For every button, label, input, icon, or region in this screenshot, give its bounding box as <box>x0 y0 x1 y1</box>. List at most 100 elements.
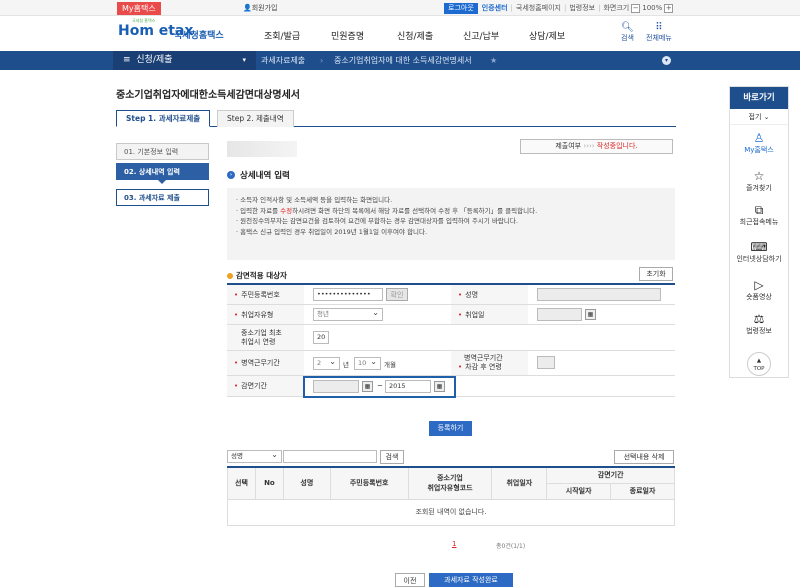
hire-date-input[interactable] <box>537 308 582 321</box>
rrn-label: • 주민등록번호 <box>227 285 304 304</box>
month-unit: 개월 <box>384 361 396 369</box>
gnb-item-inquiry[interactable]: 조회/발급 <box>264 29 300 42</box>
military-years-select[interactable]: 2 <box>313 356 340 370</box>
quick-online-consult[interactable]: ⌨ 인터넷상담하기 <box>730 240 788 264</box>
nts-home-link[interactable]: 국세청홈페이지 <box>516 3 561 13</box>
col-start: 시작일자 <box>546 482 612 500</box>
register-button[interactable]: 등록하기 <box>429 421 472 436</box>
masked-user-info <box>227 141 297 157</box>
zoom-label: 화면크기 <box>603 4 630 12</box>
chevron-down-icon: ▾ <box>242 56 246 64</box>
type-label: • 취업자유형 <box>227 305 304 324</box>
step-basic-info[interactable]: 01. 기본정보 입력 <box>116 143 209 160</box>
col-type: 중소기업 취업자유형코드 <box>407 466 493 500</box>
list-search-button[interactable]: 검색 <box>380 450 404 464</box>
step-submit[interactable]: 03. 과세자료 제출 <box>116 189 209 206</box>
divider: | <box>510 4 513 12</box>
step-detail-input[interactable]: 02. 상세내역 입력 <box>116 163 209 180</box>
section-title: 상세내역 입력 <box>240 171 290 181</box>
type-select[interactable]: 청년 <box>313 307 383 321</box>
quick-my-hometax[interactable]: ♙ My홈택스 <box>730 131 788 155</box>
form-heading-label: 감면적용 대상자 <box>236 271 287 280</box>
form-row: 중소기업 최초 취업시 연령 20 <box>227 325 675 351</box>
table-header-row: 선택 No 성명 주민등록번호 중소기업 취업자유형코드 취업일자 감면기간 <box>227 466 675 500</box>
nav-expand-icon[interactable]: ▾ <box>662 56 671 65</box>
status-arrows: ›››› <box>583 142 595 150</box>
quick-menu-fold-button[interactable]: 접기 ⌄ <box>730 109 788 125</box>
complete-button[interactable]: 과세자료 작성완료 <box>429 573 513 587</box>
calendar-icon[interactable]: ▦ <box>585 309 596 320</box>
military-age-label: 병역근무기간 • 차감 후 연령 <box>451 351 528 375</box>
scroll-top-button[interactable]: ▲ TOP <box>747 352 771 376</box>
prev-button[interactable]: 이전 <box>395 573 425 587</box>
favorite-star-icon[interactable]: ★ <box>490 51 497 70</box>
current-menu[interactable]: ≡ 신청/제출 ▾ <box>113 51 256 70</box>
all-menu-button[interactable]: ⠿ 전체메뉴 <box>646 22 672 43</box>
my-hometax-tab[interactable]: My홈택스 <box>117 2 161 15</box>
person-icon: ♙ <box>753 131 765 145</box>
logout-button[interactable]: 로그아웃 <box>444 2 478 14</box>
military-months-select[interactable]: 10 <box>354 356 381 370</box>
rrn-input[interactable]: •••••••••••••• <box>313 288 383 301</box>
quick-favorites[interactable]: ☆ 즐겨찾기 <box>730 169 788 193</box>
form-heading: 감면적용 대상자 <box>227 270 287 281</box>
col-hire-date: 취업일자 <box>491 466 548 500</box>
quick-law-info[interactable]: ⚖ 법령정보 <box>730 312 788 336</box>
age-input[interactable]: 20 <box>313 331 329 344</box>
grid-icon: ⠿ <box>655 22 663 33</box>
user-icon: 👤 <box>243 4 252 12</box>
step-tabs: Step 1. 과세자료제출 Step 2. 제출내역 <box>116 110 676 127</box>
top-utility-bar: My홈택스 👤회원가입 로그아웃 인증센터 | 국세청홈페이지 | 법령정보 |… <box>0 0 800 16</box>
military-period-label: • 병역근무기간 <box>227 351 304 375</box>
tab-step2[interactable]: Step 2. 제출내역 <box>217 110 294 127</box>
col-select: 선택 <box>227 466 256 500</box>
tab-step1[interactable]: Step 1. 과세자료제출 <box>116 110 211 127</box>
delete-selected-button[interactable]: 선택내용 삭제 <box>614 450 674 464</box>
monitor-icon: ⌨ <box>750 240 768 254</box>
total-count: 총0건(1/1) <box>496 543 526 550</box>
list-search-input[interactable] <box>283 450 377 463</box>
name-input[interactable] <box>537 288 661 301</box>
list-filter-select[interactable]: 성명 <box>227 449 282 463</box>
military-age-input[interactable] <box>537 356 555 369</box>
divider: | <box>598 4 601 12</box>
year-unit: 년 <box>343 361 349 369</box>
age-label: 중소기업 최초 취업시 연령 <box>227 325 304 350</box>
join-link[interactable]: 👤회원가입 <box>243 3 277 13</box>
divider: | <box>563 4 567 12</box>
quick-shorts[interactable]: ▷ 숏폼영상 <box>730 278 788 302</box>
breadcrumb-1[interactable]: 과세자료제출 <box>261 51 305 70</box>
law-info-link[interactable]: 법령정보 <box>569 3 595 13</box>
zoom-out-button[interactable]: − <box>631 3 641 13</box>
location-bar: ≡ 신청/제출 ▾ 과세자료제출 › 중소기업취업자에 대한 소득세감면명세서 ★… <box>0 51 800 70</box>
quick-menu-title: 바로가기 <box>730 87 788 109</box>
breadcrumb-2[interactable]: 중소기업취업자에 대한 소득세감면명세서 <box>334 51 472 70</box>
gavel-icon: ⚖ <box>753 312 765 326</box>
recent-icon: ⧉ <box>754 203 764 217</box>
notice-line: · 입력한 자료를 수정하시려면 화면 하단의 목록에서 해당 자료를 선택하여… <box>236 206 538 215</box>
search-button[interactable]: 🔍︎ 검색 <box>621 22 634 43</box>
form-row: •취업자유형 청년 •취업일 ▦ <box>227 305 675 325</box>
gnb-item-application[interactable]: 신청/제출 <box>397 29 433 42</box>
quick-recent-menu[interactable]: ⧉ 최근접속메뉴 <box>730 203 788 227</box>
target-form: • 주민등록번호 •••••••••••••• 확인 • 성명 • 취업자유형 청년 … <box>227 283 675 397</box>
page-number-1[interactable]: 1 <box>452 540 456 548</box>
orange-bullet-icon <box>227 272 233 279</box>
search-label: 검색 <box>621 34 634 42</box>
notice-box: · 소득자 인적사항 및 소득세액 등을 입력하는 화면입니다. · 입력한 자… <box>227 188 675 260</box>
top-label: TOP <box>753 366 765 372</box>
period-highlight-box <box>303 376 456 398</box>
quick-label: 숏폼영상 <box>746 293 772 301</box>
zoom-in-button[interactable]: + <box>664 3 674 13</box>
submission-status: 제출여부 ›››› 작성중입니다. <box>520 139 673 154</box>
star-icon: ☆ <box>753 169 765 183</box>
rrn-confirm-button[interactable]: 확인 <box>386 288 408 301</box>
cert-center-link[interactable]: 인증센터 <box>482 3 508 13</box>
reset-button[interactable]: 초기화 <box>639 267 673 281</box>
gnb-item-certificate[interactable]: 민원증명 <box>331 29 364 42</box>
top-right-links: 로그아웃 인증센터 | 국세청홈페이지 | 법령정보 | 화면크기 − 100%… <box>444 2 674 14</box>
empty-message: 조회된 내역이 없습니다. <box>227 498 675 526</box>
gnb-item-consult[interactable]: 상담/제보 <box>529 29 565 42</box>
gnb-item-report[interactable]: 신고/납부 <box>463 29 499 42</box>
period-label: • 감면기간 <box>227 376 304 396</box>
